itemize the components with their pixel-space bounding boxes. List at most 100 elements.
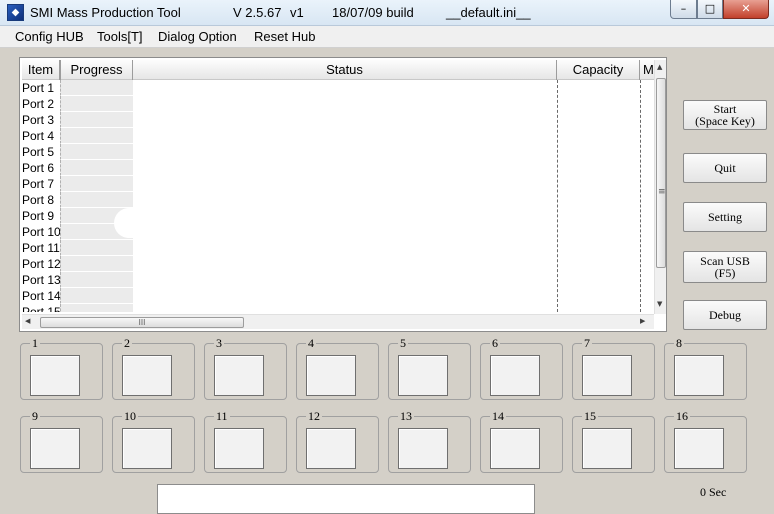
port-label: Port 3	[22, 113, 55, 127]
start-button[interactable]: Start (Space Key)	[683, 100, 767, 130]
progress-cell	[60, 144, 133, 160]
progress-cell	[60, 80, 133, 96]
list-item[interactable]: Port 12	[22, 256, 654, 272]
scroll-left-icon[interactable]: ◀	[25, 317, 30, 325]
port-number: 11	[214, 409, 230, 423]
port-status-button[interactable]	[306, 428, 356, 469]
quit-label: Quit	[714, 161, 736, 175]
port-list[interactable]: Item Progress Status Capacity M Port 1 P…	[19, 57, 667, 332]
port-number: 2	[122, 336, 132, 350]
list-item[interactable]: Port 4	[22, 128, 654, 144]
port-status-button[interactable]	[214, 355, 264, 396]
port-status-button[interactable]	[30, 355, 80, 396]
list-item[interactable]: Port 2	[22, 96, 654, 112]
port-number: 6	[490, 336, 500, 350]
port-group: 12	[296, 409, 379, 473]
port-number: 16	[674, 409, 690, 423]
port-group: 11	[204, 409, 287, 473]
list-item[interactable]: Port 15	[22, 304, 654, 312]
port-status-button[interactable]	[490, 428, 540, 469]
ini-file-label: __default.ini__	[446, 5, 531, 20]
port-status-button[interactable]	[582, 428, 632, 469]
horizontal-scroll-thumb[interactable]: III	[40, 317, 244, 328]
scroll-right-icon[interactable]: ▶	[640, 317, 645, 325]
list-item[interactable]: Port 5	[22, 144, 654, 160]
port-status-button[interactable]	[214, 428, 264, 469]
menu-dialog-option[interactable]: Dialog Option	[158, 29, 237, 44]
setting-button[interactable]: Setting	[683, 202, 767, 232]
menu-config-hub[interactable]: Config HUB	[15, 29, 84, 44]
menu-reset-hub[interactable]: Reset Hub	[254, 29, 315, 44]
port-label: Port 2	[22, 97, 55, 111]
list-item[interactable]: Port 11	[22, 240, 654, 256]
list-item[interactable]: Port 8	[22, 192, 654, 208]
version-label: V 2.5.67	[233, 5, 282, 20]
progress-cell	[60, 176, 133, 192]
port-group: 9	[20, 409, 103, 473]
debug-button[interactable]: Debug	[683, 300, 767, 330]
scan-usb-shortcut-label: (F5)	[714, 266, 736, 280]
progress-cell	[60, 128, 133, 144]
port-label: Port 13	[22, 273, 61, 287]
port-number: 8	[674, 336, 684, 350]
port-number: 15	[582, 409, 598, 423]
list-item[interactable]: Port 1	[22, 80, 654, 96]
port-group: 8	[664, 336, 747, 400]
port-label: Port 14	[22, 289, 61, 303]
minimize-button[interactable]: –	[670, 0, 697, 19]
column-header-progress[interactable]: Progress	[60, 60, 133, 80]
port-group: 15	[572, 409, 655, 473]
start-shortcut-label: (Space Key)	[695, 114, 755, 128]
port-label: Port 8	[22, 193, 55, 207]
vertical-scroll-thumb[interactable]: ≡	[656, 78, 666, 268]
vertical-scrollbar[interactable]: ▲ ≡ ▼	[654, 60, 666, 314]
port-status-button[interactable]	[398, 355, 448, 396]
port-status-button[interactable]	[122, 355, 172, 396]
progress-cell	[60, 192, 133, 208]
column-header-status[interactable]: Status	[133, 60, 557, 80]
revision-label: v1	[290, 5, 304, 20]
progress-gap	[114, 208, 159, 238]
port-status-button[interactable]	[398, 428, 448, 469]
list-item[interactable]: Port 7	[22, 176, 654, 192]
port-status-button[interactable]	[122, 428, 172, 469]
list-item[interactable]: Port 13	[22, 272, 654, 288]
list-item[interactable]: Port 3	[22, 112, 654, 128]
progress-cell	[60, 160, 133, 176]
port-group: 14	[480, 409, 563, 473]
port-status-button[interactable]	[306, 355, 356, 396]
status-capacity-divider	[557, 80, 558, 312]
horizontal-scrollbar[interactable]: ◀ III ▶	[22, 314, 654, 329]
close-button[interactable]: ✕	[723, 0, 769, 19]
port-number: 1	[30, 336, 40, 350]
scan-usb-button[interactable]: Scan USB (F5)	[683, 251, 767, 283]
port-group: 16	[664, 409, 747, 473]
port-status-button[interactable]	[490, 355, 540, 396]
port-number: 13	[398, 409, 414, 423]
port-label: Port 6	[22, 161, 55, 175]
port-label: Port 15	[22, 305, 61, 312]
maximize-button[interactable]: □	[697, 0, 723, 19]
progress-cell	[60, 240, 133, 256]
port-status-button[interactable]	[674, 355, 724, 396]
scroll-up-icon[interactable]: ▲	[657, 63, 662, 71]
quit-button[interactable]: Quit	[683, 153, 767, 183]
port-status-button[interactable]	[30, 428, 80, 469]
menu-tools[interactable]: Tools[T]	[97, 29, 143, 44]
port-status-button[interactable]	[582, 355, 632, 396]
port-group: 13	[388, 409, 471, 473]
title-bar: SMI Mass Production Tool V 2.5.67 v1 18/…	[0, 0, 774, 26]
column-header-m[interactable]: M	[640, 60, 654, 80]
port-label: Port 4	[22, 129, 55, 143]
port-label: Port 10	[22, 225, 61, 239]
setting-label: Setting	[707, 210, 742, 224]
scroll-down-icon[interactable]: ▼	[657, 300, 662, 308]
column-header-item[interactable]: Item	[22, 60, 60, 80]
port-number: 3	[214, 336, 224, 350]
grip-icon: ≡	[658, 187, 666, 197]
list-item[interactable]: Port 6	[22, 160, 654, 176]
list-item[interactable]: Port 14	[22, 288, 654, 304]
column-header-capacity[interactable]: Capacity	[557, 60, 640, 80]
port-status-button[interactable]	[674, 428, 724, 469]
port-label: Port 1	[22, 81, 55, 95]
